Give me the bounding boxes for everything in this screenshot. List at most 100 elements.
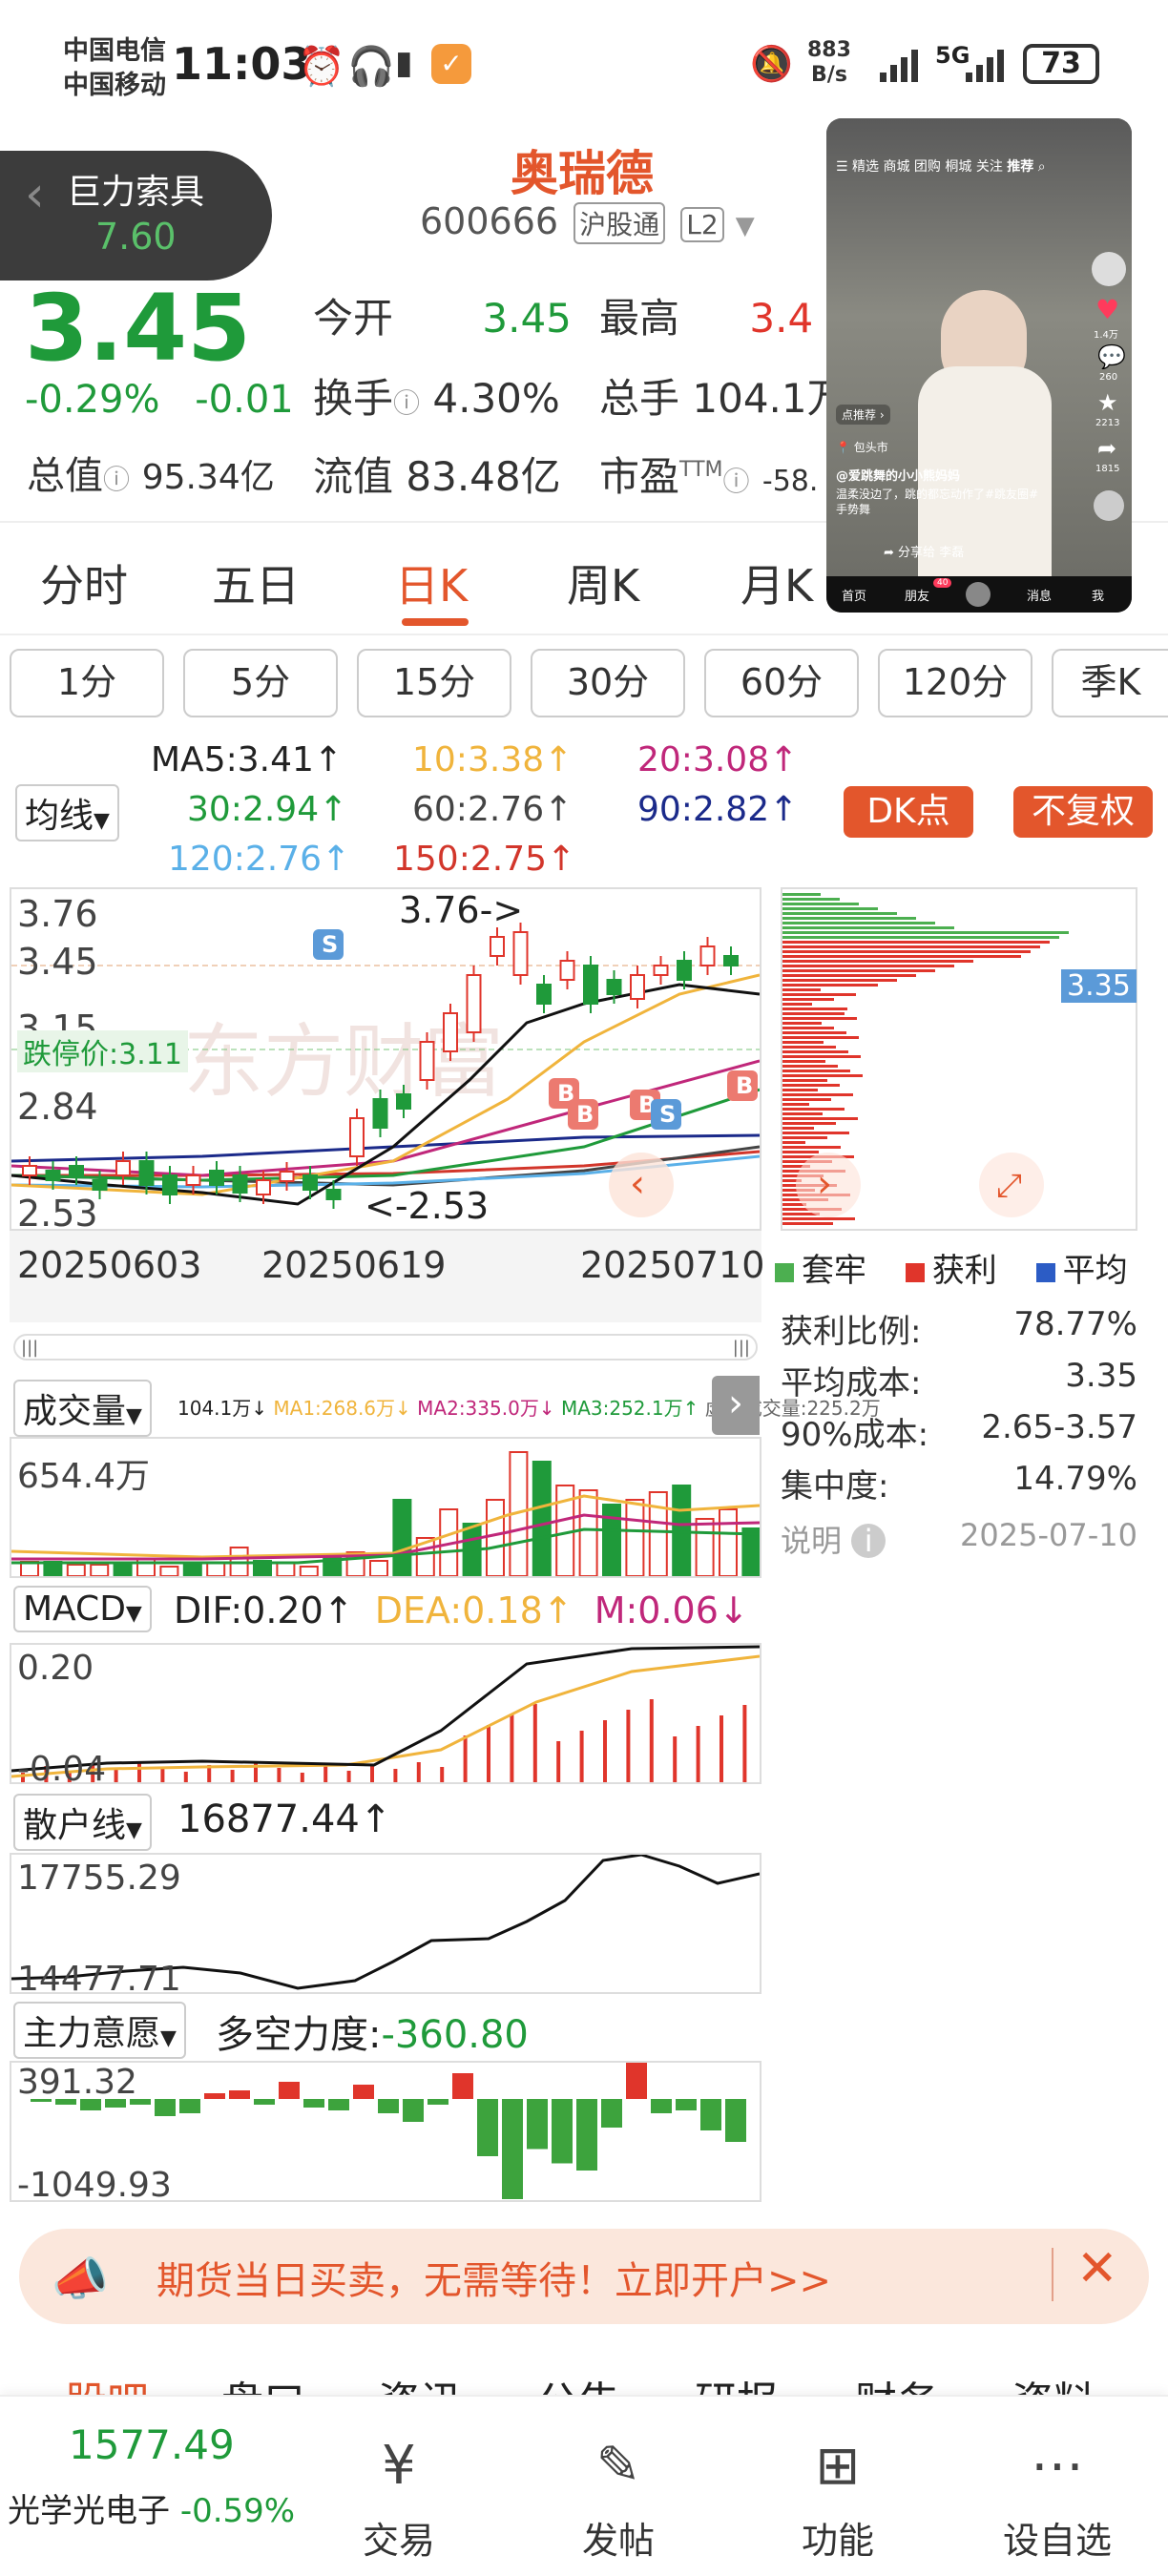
video-tab-featured[interactable]: 精选: [852, 159, 879, 175]
macd-selector[interactable]: MACD▼: [13, 1586, 152, 1632]
info-icon[interactable]: ⓘ: [393, 387, 420, 419]
stat-value-2: 2.65-3.57: [981, 1408, 1137, 1446]
star-icon[interactable]: ★: [1097, 389, 1118, 416]
chip-bar: [782, 979, 897, 982]
search-icon[interactable]: ⌕: [1038, 159, 1046, 175]
favorite-count: 2213: [1095, 418, 1120, 428]
chip-svg: › ⤢: [782, 893, 1069, 1225]
volume-value: 104.1万: [692, 375, 847, 422]
tab-weekly-k[interactable]: 周K: [567, 551, 639, 614]
candle-body: [419, 1041, 435, 1081]
period-15min[interactable]: 15分: [357, 649, 511, 717]
video-tab-city[interactable]: 桐城: [945, 159, 971, 175]
heart-icon[interactable]: ♥: [1095, 294, 1119, 325]
main-force-chart[interactable]: 391.32 -1049.93: [10, 2059, 761, 2205]
info-icon[interactable]: ⓘ: [103, 464, 130, 495]
no-adjust-button[interactable]: 不复权: [1013, 786, 1153, 838]
nav-trade[interactable]: ¥ 交易: [332, 2435, 466, 2564]
period-5min[interactable]: 5分: [183, 649, 338, 717]
ad-banner[interactable]: 📣 期货当日买卖，无需等待！立即开户>> ✕: [19, 2229, 1149, 2324]
ma20-label: 20:3.08↑: [637, 740, 799, 779]
volume-bar: [741, 1527, 761, 1577]
chevron-down-icon: ▼: [94, 809, 110, 833]
period-quarter[interactable]: 季K: [1052, 649, 1168, 717]
legend-trapped: 套牢: [802, 1252, 866, 1290]
candle-body: [396, 1093, 411, 1110]
chip-note[interactable]: 说明 i: [781, 1517, 886, 1561]
volume-selector-label: 成交量: [23, 1392, 127, 1431]
macd-chart[interactable]: 0.20 -0.04: [10, 1643, 761, 1789]
tab-monthly-k[interactable]: 月K: [740, 551, 813, 614]
expand-indicators-button[interactable]: ›: [712, 1376, 760, 1435]
open-label: 今开: [313, 295, 394, 342]
macd-m: M:0.06↓: [594, 1589, 749, 1631]
scroll-handle-left[interactable]: |||: [21, 1338, 38, 1358]
macd-bar: [579, 1731, 584, 1782]
info-icon[interactable]: ⓘ: [723, 466, 750, 497]
share-row[interactable]: ➦ 分享给 李磊: [884, 542, 964, 560]
avatar[interactable]: [966, 582, 991, 607]
nav-add-watchlist[interactable]: ⋯ 设自选: [991, 2435, 1124, 2564]
video-tab-recommend[interactable]: 推荐: [1007, 159, 1033, 175]
retail-chart[interactable]: 17755.29 14477.71: [10, 1853, 761, 1999]
retail-selector[interactable]: 散户线▼: [13, 1794, 152, 1851]
share-icon[interactable]: ➦: [1097, 435, 1116, 462]
total-cap-label: 总值: [27, 454, 103, 498]
video-author[interactable]: @爱跳舞的小小熊妈妈: [836, 466, 960, 484]
stock-code-row[interactable]: 600666 沪股通 L2 ▼: [420, 200, 755, 244]
legend-avg: 平均: [1062, 1252, 1128, 1290]
main-force-bar: [527, 2099, 548, 2150]
video-nav-me[interactable]: 我: [1092, 586, 1104, 604]
total-cap: 总值ⓘ 95.34亿: [27, 445, 275, 500]
chip-bar: [782, 1089, 818, 1091]
turnover-label: 换手: [313, 375, 394, 422]
retail-selector-label: 散户线: [23, 1806, 127, 1845]
chevron-down-icon: ▼: [126, 1404, 142, 1428]
recommend-label: 点推荐: [842, 408, 877, 422]
chip-bar: [782, 1084, 840, 1087]
nav-function[interactable]: ⊞ 功能: [771, 2435, 905, 2564]
video-nav-friends[interactable]: 朋友: [905, 586, 929, 604]
candle-body: [22, 1165, 37, 1176]
kline-chart[interactable]: 东方财富 S B B B S B ‹ 3.76 3.45 3.15 2.84 2…: [10, 887, 761, 1235]
music-disc-icon[interactable]: [1094, 490, 1124, 521]
macd-bar: [230, 1770, 235, 1782]
ma10-label: 10:3.38↑: [412, 740, 574, 779]
period-30min[interactable]: 30分: [531, 649, 685, 717]
candle-body: [443, 1012, 458, 1052]
index-info[interactable]: 光学光电子 -0.59%: [8, 2484, 295, 2531]
floating-video-window[interactable]: ☰ 精选 商城 团购 桐城 关注 推荐 ⌕ ♥ 1.4万 💬 260 ★ 221…: [826, 118, 1132, 613]
recommend-chip[interactable]: 点推荐 ›: [836, 405, 890, 425]
avatar[interactable]: [1092, 252, 1126, 286]
video-tab-mall[interactable]: 商城: [883, 159, 909, 175]
dk-point-button[interactable]: DK点: [844, 786, 973, 838]
volume-selector[interactable]: 成交量▼: [13, 1380, 152, 1437]
video-nav-messages[interactable]: 消息: [1027, 586, 1052, 604]
close-icon[interactable]: ✕: [1076, 2240, 1118, 2297]
period-60min[interactable]: 60分: [704, 649, 859, 717]
menu-icon[interactable]: ☰: [836, 159, 848, 175]
index-value[interactable]: 1577.49: [69, 2421, 235, 2468]
main-force-selector[interactable]: 主力意愿▼: [13, 2002, 186, 2059]
candle-body: [185, 1174, 201, 1186]
chip-bar: [782, 1031, 846, 1034]
tab-intraday[interactable]: 分时: [40, 551, 128, 614]
battery-indicator: 73: [1023, 44, 1099, 84]
ma-selector[interactable]: 均线▼: [15, 784, 119, 841]
stock-title[interactable]: 奥瑞德: [511, 135, 654, 204]
video-tab-group[interactable]: 团购: [914, 159, 941, 175]
tab-five-day[interactable]: 五日: [212, 551, 300, 614]
chip-distribution-chart[interactable]: › ⤢ 3.35: [781, 887, 1137, 1231]
period-1min[interactable]: 1分: [10, 649, 164, 717]
volume-chart[interactable]: 654.4万: [10, 1437, 761, 1578]
nav-post[interactable]: ✎ 发帖: [552, 2435, 685, 2564]
period-120min[interactable]: 120分: [878, 649, 1032, 717]
ma30-label: 30:2.94↑: [187, 790, 348, 829]
video-tab-follow[interactable]: 关注: [976, 159, 1003, 175]
tab-daily-k[interactable]: 日K: [395, 551, 468, 614]
comment-icon[interactable]: 💬: [1097, 343, 1126, 370]
chart-scrollbar[interactable]: ||| |||: [13, 1334, 758, 1361]
scroll-handle-right[interactable]: |||: [733, 1338, 750, 1358]
video-nav-home[interactable]: 首页: [842, 586, 866, 604]
back-to-previous-stock[interactable]: ‹ 巨力索具 7.60: [0, 151, 272, 280]
